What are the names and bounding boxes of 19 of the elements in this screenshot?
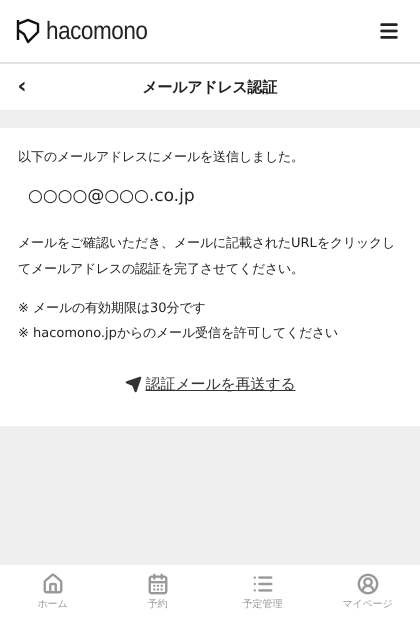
home-icon (42, 573, 64, 595)
logo-icon (16, 18, 40, 44)
note-text: ※ メールの有効期限は30分です (18, 300, 207, 318)
nav-tab[interactable]: 予定管理 (210, 565, 315, 620)
nav-tab[interactable]: ホーム (0, 565, 105, 620)
user-icon (356, 573, 378, 595)
send-icon (124, 376, 142, 393)
intro-text: 以下のメールアドレスにメールを送信しました。 (18, 149, 305, 167)
calendar-icon (146, 573, 168, 595)
menu-icon (378, 20, 400, 42)
nav-tab[interactable]: マイページ (315, 565, 420, 620)
instruction-text: メールをご確認いただき、メールに記載されたURLをクリックしてメールアドレスの認証を完了させてください。 (18, 235, 396, 279)
page-title: メールアドレス認証 (142, 76, 278, 98)
back-button[interactable]: ‹ (12, 76, 32, 98)
note-text: ※ hacomono.jpからのメール受信を許可してください (18, 324, 339, 342)
nav-tab[interactable]: 予約 (105, 565, 210, 620)
resend-link[interactable]: 認証メールを再送する (124, 373, 296, 396)
logo-text: hacomono (46, 18, 148, 44)
email-address: ○○○○@○○○.co.jp (27, 184, 196, 208)
